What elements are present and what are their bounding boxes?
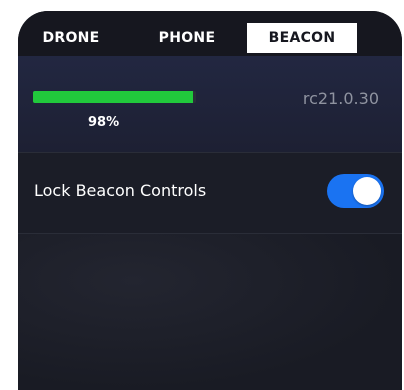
tab-phone[interactable]: PHONE [150, 23, 224, 53]
beacon-status-section: 98% rc21.0.30 [18, 56, 402, 152]
tab-drone[interactable]: DRONE [34, 23, 108, 53]
toggle-knob [353, 177, 381, 205]
lock-controls-label: Lock Beacon Controls [34, 181, 207, 200]
tab-beacon[interactable]: BEACON [247, 23, 357, 53]
beacon-settings-panel: DRONE PHONE BEACON 98% rc21.0.30 Lock Be… [18, 11, 402, 390]
battery-bar [33, 91, 196, 103]
empty-content-area [18, 234, 402, 390]
firmware-version: rc21.0.30 [302, 89, 379, 108]
device-tab-bar: DRONE PHONE BEACON [18, 11, 402, 56]
lock-controls-row: Lock Beacon Controls [18, 153, 402, 233]
battery-percent: 98% [88, 115, 120, 130]
battery-level-fill [33, 91, 193, 103]
lock-controls-toggle[interactable] [327, 174, 384, 208]
